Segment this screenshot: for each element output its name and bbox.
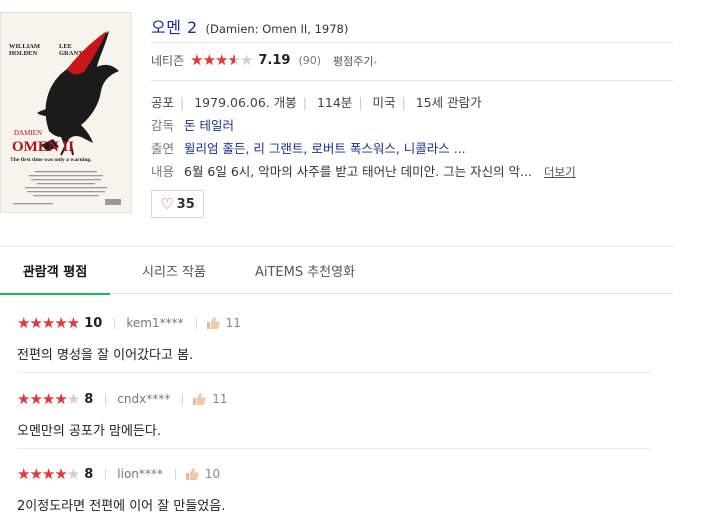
tab-aitems[interactable]: AiTEMS 추천영화 — [238, 247, 372, 294]
poster-title-big: OMEN II — [12, 139, 74, 155]
rating-stars-fill: ★★★★★ — [190, 53, 235, 68]
director-row: 감독 돈 테일러 — [151, 115, 234, 134]
divider — [151, 42, 673, 43]
like-button[interactable]: ♡ 35 — [151, 190, 204, 218]
runtime: 114분 — [316, 95, 353, 110]
tab-series[interactable]: 시리즈 작품 — [110, 247, 238, 294]
review-score: 8 — [84, 391, 94, 407]
thumbs-up-icon[interactable] — [206, 317, 220, 329]
divider — [17, 448, 651, 449]
heart-icon: ♡ — [160, 194, 174, 213]
thumbs-up-icon[interactable] — [185, 468, 199, 480]
review-item: ★★★★★ ★★★★★ 10 kem1**** 11 전편의 명성을 잘 이어갔다… — [17, 314, 651, 363]
review-text: 2이정도라면 전편에 이어 잘 만들었음. — [17, 499, 226, 514]
review-item: ★★★★★★★★★★ 8 cndx**** 11 오멘만의 공포가 맘에든다. — [17, 390, 651, 439]
rate-button[interactable]: 평점주기› — [333, 53, 377, 69]
review-tabs: 관람객 평점 시리즈 작품 AiTEMS 추천영화 — [0, 246, 673, 295]
review-stars-fill: ★★★★★ — [17, 315, 80, 331]
review-user: kem1**** — [126, 316, 184, 330]
movie-subtitle: (Damien: Omen II, 1978) — [205, 22, 349, 36]
cast-row: 출연 윌리엄 홀든, 리 그랜트, 로버트 폭스워스, 니콜라스 ... — [151, 138, 466, 157]
review-score: 10 — [84, 315, 103, 331]
poster-credit-right: LEE — [59, 43, 72, 50]
review-stars: ★★★★★★★★★★ — [17, 464, 80, 483]
svg-text:HOLDEN: HOLDEN — [9, 50, 37, 57]
review-stars: ★★★★★★★★★★ — [17, 389, 80, 408]
release-date: 1979.06.06. 개봉 — [194, 95, 297, 110]
movie-meta: 공포 | 1979.06.06. 개봉 | 114분 | 미국 | 15세 관람가 — [151, 95, 482, 110]
movie-title-row: 오멘 2 (Damien: Omen II, 1978) — [151, 14, 348, 38]
cast-label: 출연 — [151, 141, 175, 156]
poster-tagline: The first time was only a warning. — [10, 157, 92, 163]
plot-row: 내용 6월 6일 6시, 악마의 사주를 받고 태어난 데미안. 그는 자신의 … — [151, 161, 576, 180]
review-user: lion**** — [117, 467, 163, 481]
review-like-count: 11 — [225, 316, 241, 330]
review-stars: ★★★★★★★★★★ — [17, 313, 80, 332]
age-rating: 15세 관람가 — [415, 95, 482, 110]
divider — [17, 372, 651, 373]
plot-label: 내용 — [151, 164, 175, 179]
tab-audience-rating[interactable]: 관람객 평점 — [0, 247, 110, 295]
poster-credit-left: WILLIAM — [9, 43, 40, 50]
review-stars-fill: ★★★★★ — [17, 466, 67, 482]
chevron-right-icon: › — [373, 57, 378, 68]
thumbs-up-icon[interactable] — [193, 393, 207, 405]
genre[interactable]: 공포 — [151, 95, 174, 110]
divider — [151, 80, 673, 81]
review-item: ★★★★★★★★★★ 8 lion**** 10 2이정도라면 전편에 이어 잘… — [17, 465, 651, 514]
director-link[interactable]: 돈 테일러 — [184, 118, 234, 133]
movie-poster[interactable]: WILLIAM HOLDEN LEE GRANT DAMIEN OMEN II … — [0, 12, 132, 213]
poster-title-small: DAMIEN — [14, 129, 42, 137]
review-user: cndx**** — [117, 392, 171, 406]
review-stars-fill: ★★★★★ — [17, 391, 67, 407]
review-like-count: 11 — [212, 392, 228, 406]
more-link[interactable]: 더보기 — [544, 165, 576, 179]
plot-summary: 6월 6일 6시, 악마의 사주를 받고 태어난 데미안. 그는 자신의 악..… — [184, 164, 532, 179]
rating-score: 7.19 — [258, 53, 291, 68]
review-text: 오멘만의 공포가 맘에든다. — [17, 424, 161, 439]
review-score: 8 — [84, 466, 94, 482]
cast-links[interactable]: 윌리엄 홀든, 리 그랜트, 로버트 폭스워스, 니콜라스 ... — [184, 141, 466, 156]
movie-title[interactable]: 오멘 2 — [151, 18, 198, 37]
rating-count: (90) — [298, 54, 322, 67]
rating-label: 네티즌 — [151, 54, 185, 68]
rating-stars: ★★★★★ ★★★★★ — [190, 51, 253, 69]
review-like-count: 10 — [204, 467, 221, 481]
like-count: 35 — [176, 196, 195, 212]
country[interactable]: 미국 — [373, 95, 396, 110]
review-text: 전편의 명성을 잘 이어갔다고 봄. — [17, 348, 194, 363]
netizen-rating: 네티즌 ★★★★★ ★★★★★ 7.19 (90) 평점주기› — [151, 52, 377, 69]
director-label: 감독 — [151, 118, 175, 133]
